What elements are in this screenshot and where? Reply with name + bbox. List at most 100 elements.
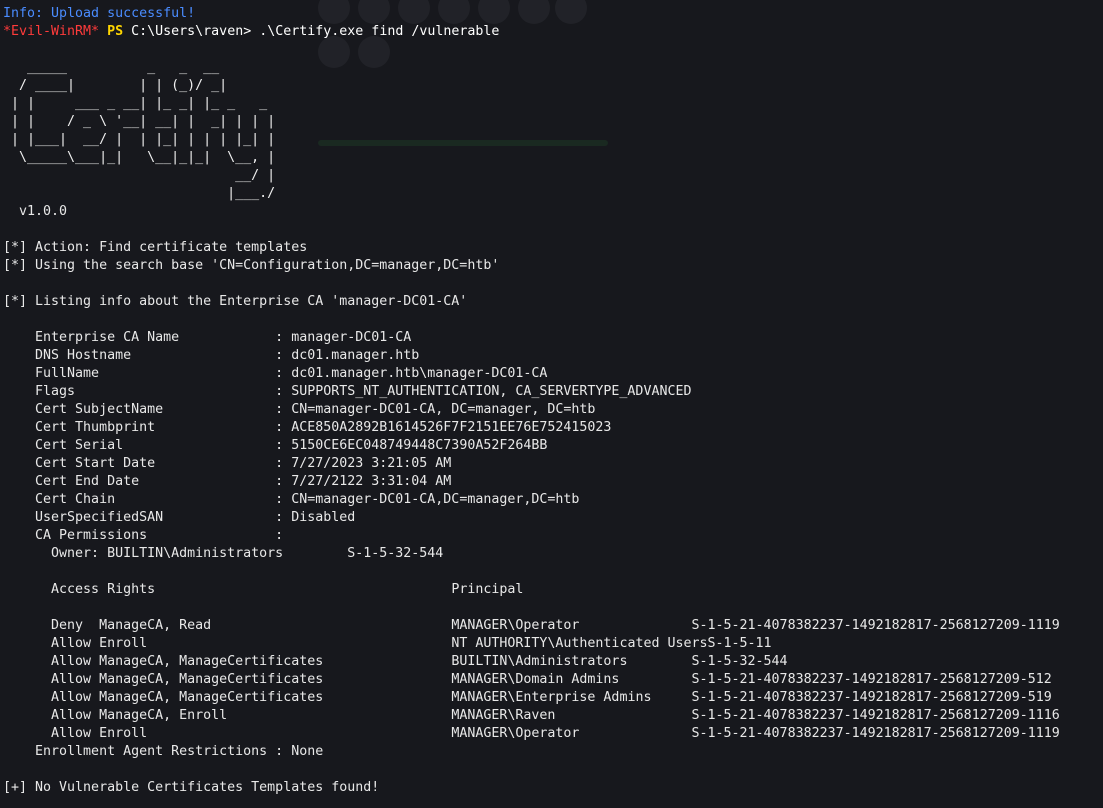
banner-line: | |___| __/ | | |_| | | | |_| | — [3, 132, 276, 147]
certify-ascii-banner: _____ _ _ __ / ____| | | (_)/ _| | | ___… — [3, 59, 1103, 203]
ca-info-row: Cert Serial : 5150CE6EC048749448C7390A52… — [3, 437, 1103, 455]
ca-info-key: Cert Serial : — [3, 438, 292, 453]
ca-info-value: CN=manager-DC01-CA,DC=manager,DC=htb — [291, 492, 580, 507]
owner-sid: S-1-5-32-544 — [347, 546, 444, 561]
permission-type: Allow — [3, 708, 100, 723]
banner-line: __/ | — [3, 168, 276, 183]
info-line: Info: Upload successful! — [3, 6, 196, 21]
ca-info-key: DNS Hostname : — [3, 348, 292, 363]
permission-rights: ManageCA, Read — [99, 618, 452, 633]
permission-principal: MANAGER\Enterprise Admins — [451, 690, 692, 705]
ca-info-value: dc01.manager.htb — [291, 348, 420, 363]
ca-info-value: 7/27/2122 3:31:04 AM — [291, 474, 452, 489]
permission-rights: ManageCA, ManageCertificates — [99, 672, 452, 687]
banner-line: | | ___ _ __| |_ _| |_ _ _ — [3, 96, 268, 111]
ca-info-value: SUPPORTS_NT_AUTHENTICATION, CA_SERVERTYP… — [291, 384, 692, 399]
ca-info-row: Cert Start Date : 7/27/2023 3:21:05 AM — [3, 455, 1103, 473]
ca-info-row: Cert End Date : 7/27/2122 3:31:04 AM — [3, 473, 1103, 491]
permission-type: Allow — [3, 636, 100, 651]
permission-principal: MANAGER\Operator — [451, 618, 692, 633]
permission-rights: ManageCA, ManageCertificates — [99, 654, 452, 669]
enrollment-agent-line: Enrollment Agent Restrictions : None — [3, 744, 324, 759]
ca-info-row: Cert SubjectName : CN=manager-DC01-CA, D… — [3, 401, 1103, 419]
banner-line: _____ _ _ __ — [3, 60, 220, 75]
banner-line: | | / _ \ '__| __| | _| | | | — [3, 114, 276, 129]
permission-rights: Enroll — [99, 726, 452, 741]
ps-label: PS — [107, 24, 124, 39]
banner-line: / ____| | | (_)/ _| — [3, 78, 228, 93]
owner-label: Owner: BUILTIN\Administrators — [3, 546, 348, 561]
terminal-window[interactable]: Info: Upload successful! *Evil-WinRM* PS… — [0, 0, 1103, 808]
ca-info-key: FullName : — [3, 366, 292, 381]
access-rights-header: Access Rights — [3, 582, 452, 597]
ca-info-row: CA Permissions : — [3, 527, 1103, 545]
permission-type: Deny — [3, 618, 100, 633]
permission-row: Allow ManageCA, ManageCertificates MANAG… — [3, 689, 1103, 707]
ca-info-row: Cert Chain : CN=manager-DC01-CA,DC=manag… — [3, 491, 1103, 509]
banner-line: \_____\___|_| \__|_|_| \__, | — [3, 150, 276, 165]
ca-info-key: Cert End Date : — [3, 474, 292, 489]
command-text: .\Certify.exe find /vulnerable — [259, 24, 500, 39]
ca-info-key: Enterprise CA Name : — [3, 330, 292, 345]
ca-info-row: Enterprise CA Name : manager-DC01-CA — [3, 329, 1103, 347]
ca-info-key: Cert Chain : — [3, 492, 292, 507]
principal-header: Principal — [451, 582, 524, 597]
ca-info-key: UserSpecifiedSAN : — [3, 510, 292, 525]
permission-sid: S-1-5-21-4078382237-1492182817-256812720… — [691, 726, 1060, 741]
permissions-table: Deny ManageCA, Read MANAGER\Operator S-1… — [3, 617, 1103, 743]
permission-row: Allow ManageCA, ManageCertificates MANAG… — [3, 671, 1103, 689]
ca-info-value: ACE850A2892B1614526F7F2151EE76E752415023 — [291, 420, 612, 435]
ca-info-key: Cert Start Date : — [3, 456, 292, 471]
permission-principal: MANAGER\Operator — [451, 726, 692, 741]
ca-info-value: 5150CE6EC048749448C7390A52F264BB — [291, 438, 548, 453]
permission-row: Allow Enroll NT AUTHORITY\Authenticated … — [3, 635, 1103, 653]
permission-principal: NT AUTHORITY\Authenticated Users — [451, 636, 708, 651]
ca-info-row: FullName : dc01.manager.htb\manager-DC01… — [3, 365, 1103, 383]
ca-info-key: CA Permissions : — [3, 528, 292, 543]
listing-message: [*] Listing info about the Enterprise CA… — [3, 294, 468, 309]
version-label: v1.0.0 — [3, 204, 68, 219]
terminal-output: Info: Upload successful! *Evil-WinRM* PS… — [3, 5, 1103, 797]
permission-type: Allow — [3, 690, 100, 705]
permission-row: Allow Enroll MANAGER\Operator S-1-5-21-4… — [3, 725, 1103, 743]
ca-info-row: DNS Hostname : dc01.manager.htb — [3, 347, 1103, 365]
permission-sid: S-1-5-21-4078382237-1492182817-256812720… — [691, 618, 1060, 633]
ca-info-key: Flags : — [3, 384, 292, 399]
permission-type: Allow — [3, 654, 100, 669]
ca-info-row: UserSpecifiedSAN : Disabled — [3, 509, 1103, 527]
ca-info-value: Disabled — [291, 510, 356, 525]
owner-line: Owner: BUILTIN\Administrators S-1-5-32-5… — [3, 545, 1103, 563]
permission-row: Deny ManageCA, Read MANAGER\Operator S-1… — [3, 617, 1103, 635]
permissions-header: Access Rights Principal — [3, 581, 1103, 599]
permission-principal: MANAGER\Domain Admins — [451, 672, 692, 687]
ca-info-value: 7/27/2023 3:21:05 AM — [291, 456, 452, 471]
permission-row: Allow ManageCA, ManageCertificates BUILT… — [3, 653, 1103, 671]
ca-info-row: Flags : SUPPORTS_NT_AUTHENTICATION, CA_S… — [3, 383, 1103, 401]
permission-rights: ManageCA, Enroll — [99, 708, 452, 723]
ca-info-key: Cert Thumbprint : — [3, 420, 292, 435]
ca-info-value: manager-DC01-CA — [291, 330, 412, 345]
permission-type: Allow — [3, 672, 100, 687]
permission-sid: S-1-5-21-4078382237-1492182817-256812720… — [691, 672, 1052, 687]
permission-row: Allow ManageCA, Enroll MANAGER\Raven S-1… — [3, 707, 1103, 725]
permission-principal: BUILTIN\Administrators — [451, 654, 692, 669]
permission-rights: Enroll — [99, 636, 452, 651]
prompt-path: C:\Users\raven> — [131, 24, 252, 39]
banner-line: |___./ — [3, 186, 276, 201]
permission-rights: ManageCA, ManageCertificates — [99, 690, 452, 705]
permission-principal: MANAGER\Raven — [451, 708, 692, 723]
ca-info-key: Cert SubjectName : — [3, 402, 292, 417]
result-message: [+] No Vulnerable Certificates Templates… — [3, 780, 380, 795]
shell-tag: *Evil-WinRM* — [3, 24, 100, 39]
permission-sid: S-1-5-32-544 — [691, 654, 788, 669]
search-base-message: [*] Using the search base 'CN=Configurat… — [3, 258, 500, 273]
command-prompt-line: *Evil-WinRM* PS C:\Users\raven> .\Certif… — [3, 23, 1103, 41]
ca-info-row: Cert Thumbprint : ACE850A2892B1614526F7F… — [3, 419, 1103, 437]
permission-type: Allow — [3, 726, 100, 741]
permission-sid: S-1-5-21-4078382237-1492182817-256812720… — [691, 690, 1052, 705]
ca-info-block: Enterprise CA Name : manager-DC01-CA DNS… — [3, 329, 1103, 545]
permission-sid: S-1-5-11 — [707, 636, 772, 651]
permission-sid: S-1-5-21-4078382237-1492182817-256812720… — [691, 708, 1060, 723]
ca-info-value: CN=manager-DC01-CA, DC=manager, DC=htb — [291, 402, 596, 417]
ca-info-value: dc01.manager.htb\manager-DC01-CA — [291, 366, 548, 381]
